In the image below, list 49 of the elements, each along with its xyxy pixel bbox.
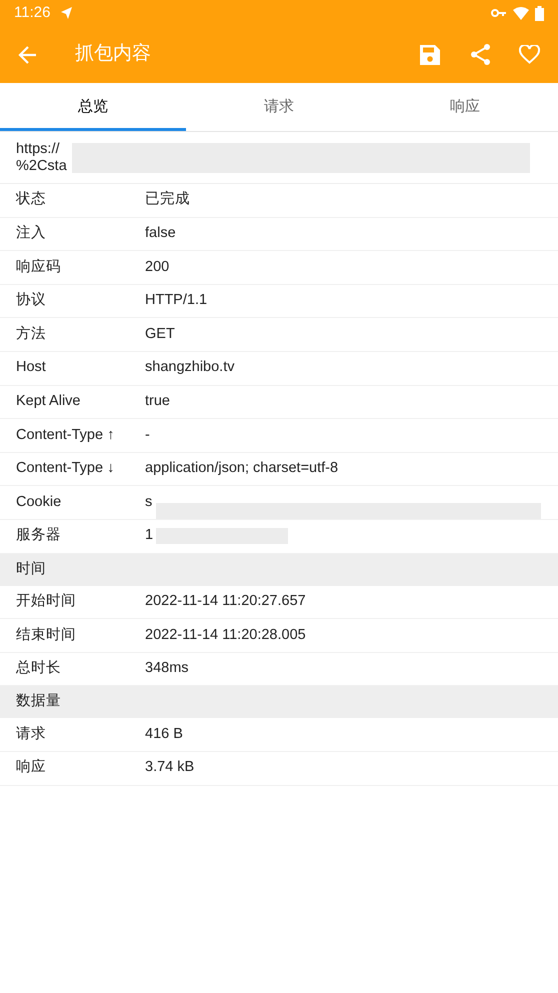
field-label: 方法	[16, 324, 47, 344]
field-label: Content-Type ↓	[16, 459, 116, 478]
location-arrow-icon	[60, 6, 74, 20]
key-icon	[491, 8, 507, 18]
field-value: 348ms	[145, 659, 189, 678]
save-icon[interactable]	[420, 44, 440, 64]
field-value: GET	[145, 324, 175, 344]
battery-icon	[535, 6, 544, 20]
field-value: 1	[145, 526, 154, 546]
wifi-icon	[513, 6, 529, 20]
field-label: 响应	[16, 758, 47, 778]
field-label: Host	[16, 358, 47, 378]
field-label: 结束时间	[16, 626, 77, 645]
status-time: 11:26	[14, 2, 50, 23]
heart-icon[interactable]	[519, 45, 540, 64]
field-value: false	[145, 224, 176, 244]
field-value: -	[145, 426, 150, 445]
screen-title: 抓包内容	[75, 42, 151, 66]
field-label: 状态	[16, 190, 47, 210]
field-value: 已完成	[145, 190, 190, 210]
share-icon[interactable]	[470, 44, 491, 65]
tab[interactable]: 请求	[186, 83, 372, 131]
field-label: 服务器	[16, 526, 62, 546]
field-value: 3.74 kB	[145, 758, 194, 778]
back-arrow-icon[interactable]	[18, 44, 38, 64]
field-label: 请求	[16, 724, 47, 744]
field-value: true	[145, 392, 170, 411]
field-value: shangzhibo.tv	[145, 358, 234, 378]
field-value: application/json; charset=utf-8	[145, 459, 338, 478]
tab[interactable]: 响应	[372, 83, 558, 131]
field-label: 响应码	[16, 258, 62, 277]
field-label: 协议	[16, 290, 47, 310]
field-value: HTTP/1.1	[145, 291, 208, 310]
url-text: %2Csta	[16, 158, 67, 174]
field-label: Kept Alive	[16, 392, 82, 411]
tab[interactable]: 总览	[0, 83, 186, 131]
field-label: 开始时间	[16, 592, 77, 611]
field-value: 2022-11-14 11:20:27.657	[145, 592, 306, 611]
field-value: 2022-11-14 11:20:28.005	[145, 626, 306, 645]
field-label: 注入	[16, 224, 47, 244]
url-text: https://	[16, 141, 60, 157]
field-value: 416 B	[145, 724, 183, 744]
field-value: s	[145, 492, 152, 512]
field-label: 总时长	[16, 659, 62, 678]
field-label: Cookie	[16, 492, 62, 512]
field-value: 200	[145, 258, 170, 277]
section-header: 时间	[16, 560, 46, 579]
field-label: Content-Type ↑	[16, 426, 116, 445]
section-header: 数据量	[16, 692, 61, 712]
